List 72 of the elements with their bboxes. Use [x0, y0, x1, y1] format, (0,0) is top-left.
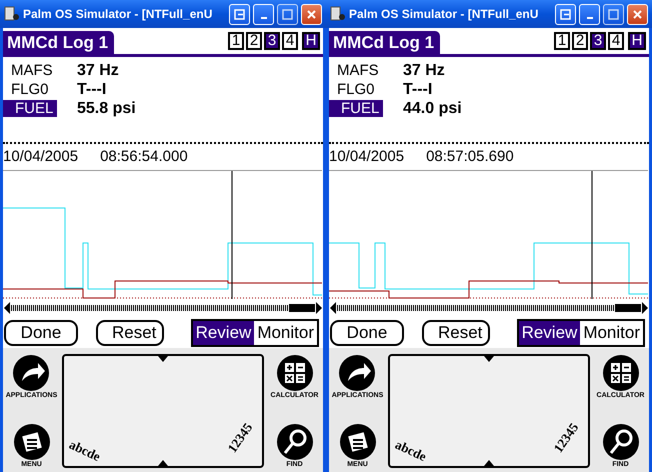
- letters-label: abcde: [392, 436, 429, 465]
- close-button[interactable]: [301, 4, 322, 24]
- page-tab[interactable]: 3: [264, 32, 280, 50]
- close-icon: [632, 8, 643, 20]
- search-icon[interactable]: [602, 423, 640, 461]
- restore-button[interactable]: [229, 4, 250, 24]
- app-icon: [4, 6, 20, 22]
- mode-tab[interactable]: Review: [518, 321, 580, 345]
- done-button[interactable]: Done: [4, 320, 78, 346]
- page-tab[interactable]: 2: [246, 32, 262, 50]
- field-value: 55.8 psi: [76, 100, 137, 118]
- notch-icon: [158, 460, 168, 466]
- menu-icon[interactable]: [12, 423, 50, 461]
- scroll-track[interactable]: [11, 305, 315, 311]
- search-icon[interactable]: [276, 423, 314, 461]
- minimize-button[interactable]: [579, 4, 600, 24]
- field-name[interactable]: FLG0: [3, 81, 57, 98]
- reset-button[interactable]: Reset: [422, 320, 490, 346]
- field-value: 37 Hz: [76, 62, 120, 80]
- field-value: T---I: [402, 80, 434, 98]
- scroll-track[interactable]: [337, 305, 641, 311]
- left-arrow-icon[interactable]: [330, 302, 336, 314]
- restore-button[interactable]: [555, 4, 576, 24]
- field-value: T---I: [76, 80, 108, 98]
- app-title: MMCd Log 1: [3, 31, 114, 54]
- date-label: 10/04/2005: [329, 148, 404, 166]
- window-icon: [560, 8, 571, 20]
- page-tab[interactable]: 4: [608, 32, 624, 50]
- field-name[interactable]: FLG0: [329, 81, 383, 98]
- page-tab[interactable]: 4: [282, 32, 298, 50]
- menu-icon[interactable]: [338, 423, 376, 461]
- right-arrow-icon[interactable]: [642, 302, 648, 314]
- window-title: Palm OS Simulator - [NTFull_enU: [349, 7, 540, 21]
- calculator-icon[interactable]: [276, 354, 314, 392]
- notch-icon: [484, 460, 494, 466]
- history-button[interactable]: H: [302, 32, 320, 50]
- close-button[interactable]: [627, 4, 648, 24]
- minimize-icon: [260, 16, 266, 18]
- minimize-button[interactable]: [253, 4, 274, 24]
- app-icon: [330, 6, 346, 22]
- maximize-icon: [608, 8, 619, 20]
- done-button[interactable]: Done: [330, 320, 404, 346]
- history-button[interactable]: H: [628, 32, 646, 50]
- field-name[interactable]: MAFS: [329, 62, 383, 79]
- mode-tab[interactable]: Review: [192, 321, 254, 345]
- calculator-icon[interactable]: [602, 354, 640, 392]
- window-title: Palm OS Simulator - [NTFull_enU: [23, 7, 214, 21]
- maximize-button[interactable]: [603, 4, 624, 24]
- date-label: 10/04/2005: [3, 148, 78, 166]
- right-arrow-icon[interactable]: [316, 302, 322, 314]
- window-icon: [234, 8, 245, 20]
- field-value: 37 Hz: [402, 62, 446, 80]
- time-label: 08:57:05.690: [426, 148, 514, 166]
- maximize-button[interactable]: [277, 4, 298, 24]
- notch-icon: [484, 356, 494, 362]
- reset-button[interactable]: Reset: [96, 320, 164, 346]
- page-tab[interactable]: 2: [572, 32, 588, 50]
- maximize-icon: [282, 8, 293, 20]
- close-icon: [306, 8, 317, 20]
- field-value: 44.0 psi: [402, 100, 463, 118]
- letters-label: abcde: [66, 436, 103, 465]
- field-name[interactable]: FUEL: [3, 100, 57, 117]
- field-name[interactable]: FUEL: [329, 100, 383, 117]
- page-tab[interactable]: 1: [554, 32, 570, 50]
- app-title: MMCd Log 1: [329, 31, 440, 54]
- left-arrow-icon[interactable]: [4, 302, 10, 314]
- field-name[interactable]: MAFS: [3, 62, 57, 79]
- page-tab[interactable]: 1: [228, 32, 244, 50]
- notch-icon: [158, 356, 168, 362]
- minimize-icon: [586, 16, 592, 18]
- page-tab[interactable]: 3: [590, 32, 606, 50]
- time-label: 08:56:54.000: [100, 148, 188, 166]
